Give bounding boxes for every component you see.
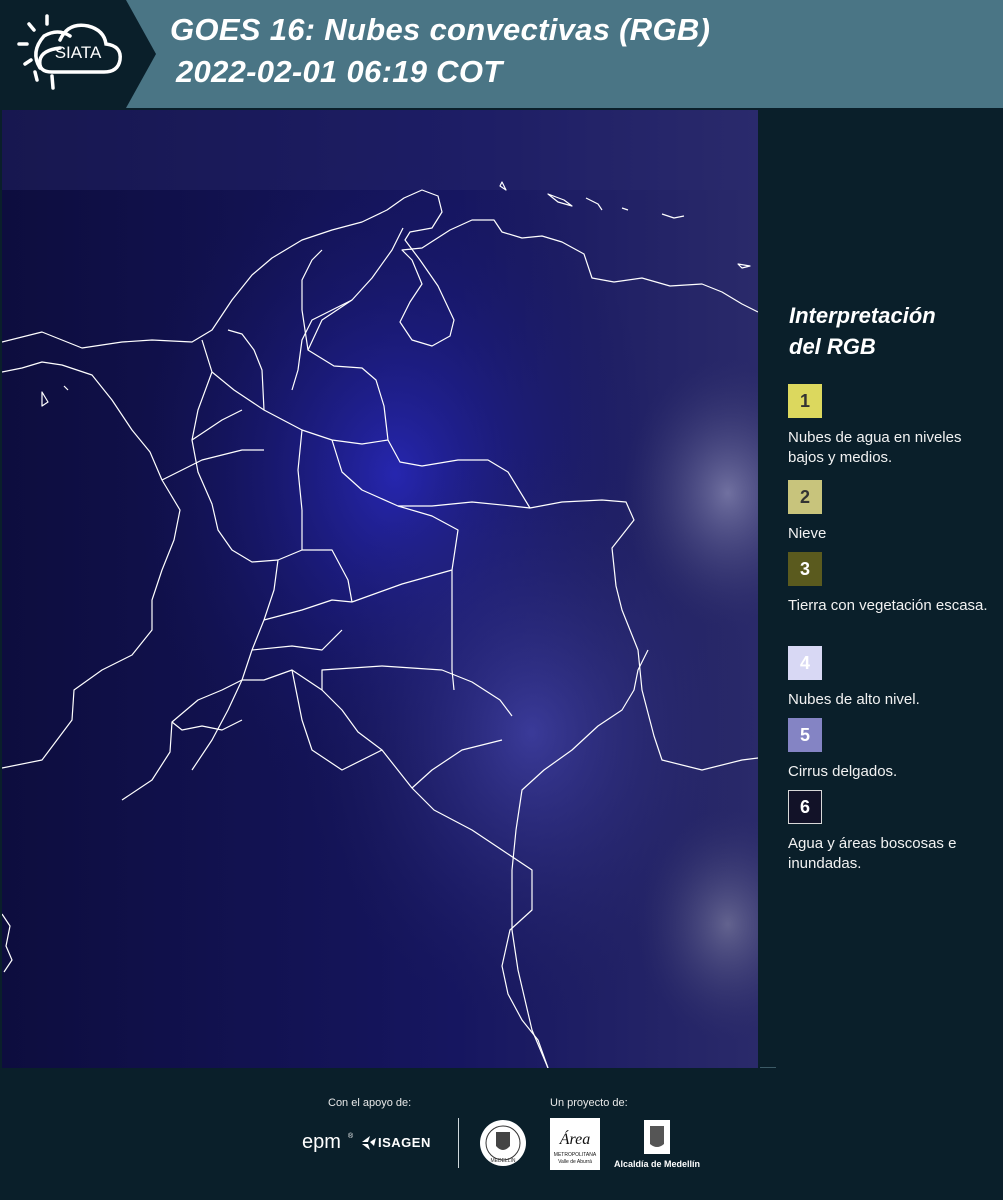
legend-swatch: 4 [788,646,822,680]
legend-item: 1 Nubes de agua en niveles bajos y medio… [788,384,998,468]
legend-label: Nieve [788,525,827,542]
area-logo-sub2: Valle de Aburrá [558,1159,592,1165]
legend-title-line2: del RGB [789,334,876,359]
alcaldia-logo-text: Alcaldía de Medellín [614,1159,700,1169]
footer-divider [760,1067,776,1068]
svg-text:®: ® [348,1132,354,1140]
legend-item: 5 Cirrus delgados. [788,718,998,782]
area-metropolitana-logo: Área METROPOLITANA Valle de Aburrá [550,1118,600,1170]
legend-title-line1: Interpretación [789,303,936,328]
support-label: Con el apoyo de: [328,1097,412,1109]
legend-swatch: 3 [788,552,822,586]
footer-vertical-divider [458,1118,459,1168]
legend-swatch: 1 [788,384,822,418]
epm-logo-text: epm [302,1131,341,1153]
siata-logo-text: SIATA [55,43,102,62]
siata-logo: SIATA [0,0,156,108]
satellite-rgb-image [2,110,758,1068]
alcaldia-medellin-logo: Alcaldía de Medellín [614,1120,700,1169]
isagen-logo: ISAGEN [362,1135,431,1150]
page-title: GOES 16: Nubes convectivas (RGB) [170,12,711,47]
header-bar: SIATA GOES 16: Nubes convectivas (RGB) 2… [0,0,1003,108]
legend-swatch: 2 [788,480,822,514]
area-logo-text: Área [559,1129,591,1148]
legend-label: Cirrus delgados. [788,763,898,780]
legend-swatch: 6 [788,790,822,824]
legend-item: 2 Nieve [788,480,998,544]
legend-label: Nubes de agua en niveles bajos y medios. [788,429,962,466]
legend-label: Tierra con vegetación escasa. [788,597,988,614]
legend-label: Nubes de alto nivel. [788,691,920,708]
project-label: Un proyecto de: [550,1097,628,1109]
legend-item: 4 Nubes de alto nivel. [788,646,998,710]
medellin-seal-logo: MEDELLÍN [480,1120,526,1166]
legend-swatch: 5 [788,718,822,752]
area-logo-sub1: METROPOLITANA [554,1152,597,1158]
epm-logo: epm ® [302,1131,354,1153]
page-subtitle-datetime: 2022-02-01 06:19 COT [176,54,503,89]
legend-title: Interpretación del RGB [789,300,989,362]
legend-label: Agua y áreas boscosas e inundadas. [788,835,957,872]
medellin-seal-text: MEDELLÍN [490,1157,515,1164]
satellite-map [2,110,758,1068]
legend-item: 3 Tierra con vegetación escasa. [788,552,998,616]
legend-item: 6 Agua y áreas boscosas e inundadas. [788,790,998,874]
isagen-logo-text: ISAGEN [378,1135,431,1150]
